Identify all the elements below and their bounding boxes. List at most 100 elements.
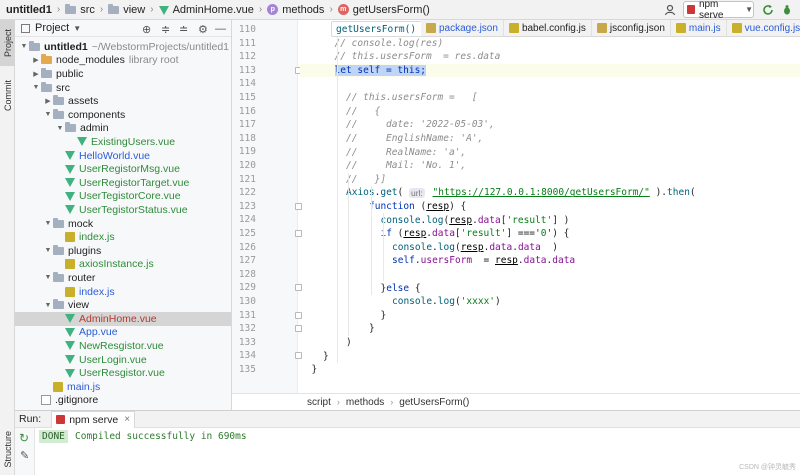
- code-line[interactable]: // date: '2022-05-03',: [300, 118, 495, 132]
- tree-item[interactable]: UserRegistorTarget.vue: [15, 176, 231, 190]
- tree-item[interactable]: ▼ plugins: [15, 244, 231, 258]
- code-token: // date: '2022-05-03',: [346, 119, 495, 131]
- tree-item[interactable]: UserRegistorMsg.vue: [15, 162, 231, 176]
- chevron-down-icon[interactable]: ▼: [55, 125, 65, 132]
- editor-tab[interactable]: babel.config.js: [504, 19, 592, 37]
- tree-item[interactable]: UserTegistorCore.vue: [15, 190, 231, 204]
- editor-tab[interactable]: main.js: [671, 19, 727, 37]
- chevron-down-icon[interactable]: ▼: [43, 274, 53, 281]
- crumb-method[interactable]: m getUsersForm(): [337, 4, 430, 16]
- code-line[interactable]: }: [300, 309, 387, 323]
- crumb-file[interactable]: AdminHome.vue: [158, 4, 254, 16]
- code-line[interactable]: // this.usersForm = [: [300, 91, 478, 105]
- editor-tab[interactable]: jsconfig.json: [592, 19, 671, 37]
- code-area[interactable]: // console.log(res) // this.usersForm = r…: [300, 20, 800, 393]
- editor-crumb-script[interactable]: script: [307, 397, 331, 408]
- crumb-project[interactable]: untitled1: [6, 4, 52, 16]
- project-panel-header: Project ▼ ⊕ ≑ ≐ ⚙ —: [15, 20, 231, 37]
- tree-item-label: node_modules: [56, 54, 125, 67]
- code-line[interactable]: }: [300, 363, 318, 377]
- code-line[interactable]: console. log(resp. data. data ): [300, 241, 558, 255]
- code-token: // {: [346, 105, 381, 117]
- tree-item[interactable]: UserTegistorStatus.vue: [15, 203, 231, 217]
- editor-crumb-methods[interactable]: methods: [346, 397, 384, 408]
- tree-item[interactable]: ▶ assets: [15, 94, 231, 108]
- rerun-icon[interactable]: ↻: [19, 431, 29, 445]
- chevron-down-icon[interactable]: ▼: [19, 43, 29, 50]
- user-icon[interactable]: [663, 3, 676, 16]
- gear-icon[interactable]: ⚙: [198, 23, 208, 36]
- locate-icon[interactable]: ⊕: [142, 23, 151, 36]
- tree-item[interactable]: App.vue: [15, 326, 231, 340]
- tree-item[interactable]: .gitignore: [15, 394, 231, 408]
- project-view-icon: [21, 23, 30, 33]
- crumb-methods[interactable]: p methods: [267, 4, 324, 16]
- expand-all-icon[interactable]: ≐: [179, 23, 188, 36]
- tree-item[interactable]: ▼ view: [15, 298, 231, 312]
- code-line[interactable]: // this.usersForm = res.data: [300, 50, 501, 64]
- editor-tab[interactable]: vue.config.js: [727, 20, 800, 37]
- tree-item[interactable]: main.js: [15, 380, 231, 394]
- tree-item[interactable]: HelloWorld.vue: [15, 149, 231, 163]
- wrench-icon[interactable]: ✎: [20, 449, 29, 462]
- crumb-view[interactable]: view: [108, 3, 145, 16]
- code-line[interactable]: ): [300, 336, 352, 350]
- hide-icon[interactable]: —: [215, 23, 226, 35]
- code-line[interactable]: console. log('xxxx'): [300, 295, 501, 309]
- tree-item[interactable]: axiosInstance.js: [15, 258, 231, 272]
- tree-item[interactable]: ▼ router: [15, 271, 231, 285]
- tree-item[interactable]: ▼ admin: [15, 122, 231, 136]
- code-line[interactable]: // {: [300, 105, 380, 119]
- chevron-down-icon[interactable]: ▼: [31, 84, 41, 91]
- tool-tab-commit[interactable]: Commit: [0, 72, 15, 118]
- chevron-down-icon[interactable]: ▼: [43, 302, 53, 309]
- debug-icon[interactable]: [780, 3, 793, 16]
- chevron-down-icon[interactable]: ▼: [43, 111, 53, 118]
- crumb-src[interactable]: src: [65, 3, 95, 16]
- code-line[interactable]: function (resp) {: [300, 200, 466, 214]
- line-number-gutter[interactable]: 110 111 112 113 114 115 116 117 118 119 120 121 122 1…: [232, 20, 302, 393]
- code-line[interactable]: Axios. get( url: "https://127.0.0.1:8000/…: [300, 186, 696, 200]
- code-line[interactable]: // EnglishName: 'A',: [300, 132, 483, 146]
- tree-item[interactable]: ExistingUsers.vue: [15, 135, 231, 149]
- editor-crumb-function[interactable]: getUsersForm(): [399, 397, 469, 408]
- code-line[interactable]: }: [300, 349, 329, 363]
- code-line[interactable]: } else {: [300, 281, 421, 295]
- tree-item[interactable]: UserResgistor.vue: [15, 366, 231, 380]
- chevron-down-icon[interactable]: ▼: [43, 220, 53, 227]
- tree-item[interactable]: AdminHome.vue: [15, 312, 231, 326]
- rerun-icon[interactable]: [761, 3, 774, 16]
- tree-item[interactable]: ▼ mock: [15, 217, 231, 231]
- code-line[interactable]: // Mail: 'No. 1',: [300, 159, 466, 173]
- tree-item[interactable]: ▶ public: [15, 67, 231, 81]
- tool-tab-structure[interactable]: Structure: [0, 423, 15, 475]
- chevron-down-icon[interactable]: ▼: [43, 247, 53, 254]
- tree-item[interactable]: UserLogin.vue: [15, 353, 231, 367]
- code-line[interactable]: // }]: [300, 173, 386, 187]
- code-line[interactable]: console. log(resp. data['result'] ): [300, 213, 570, 227]
- tree-item[interactable]: ▼ components: [15, 108, 231, 122]
- editor-tab[interactable]: package.json: [421, 19, 504, 37]
- code-line[interactable]: // console.log(res): [300, 37, 444, 51]
- tree-item[interactable]: index.js: [15, 285, 231, 299]
- run-configuration-select[interactable]: npm serve ▼: [683, 0, 754, 21]
- code-line[interactable]: // RealName: 'a',: [300, 145, 466, 159]
- run-tab-npm-serve[interactable]: npm serve ×: [51, 410, 136, 428]
- code-line[interactable]: self. usersForm = resp. data. data: [300, 254, 575, 268]
- code-token: data: [517, 241, 541, 253]
- tree-item[interactable]: NewResgistor.vue: [15, 339, 231, 353]
- tool-tab-project[interactable]: Project: [0, 20, 15, 66]
- chevron-right-icon[interactable]: ▶: [31, 56, 41, 64]
- tree-item[interactable]: ▶ node_modules library root: [15, 54, 231, 68]
- tree-item[interactable]: ▼ untitled1 ~/WebstormProjects/untitled1: [15, 40, 231, 54]
- code-line[interactable]: let self = this;: [300, 63, 800, 78]
- project-panel-title[interactable]: Project: [35, 22, 69, 34]
- collapse-all-icon[interactable]: ≑: [161, 23, 170, 36]
- chevron-right-icon[interactable]: ▶: [31, 70, 41, 78]
- code-line[interactable]: if (resp. data['result'] ===' 0 ') {: [300, 227, 570, 241]
- close-icon[interactable]: ×: [124, 414, 130, 425]
- chevron-down-icon[interactable]: ▼: [73, 24, 81, 33]
- chevron-right-icon[interactable]: ▶: [43, 97, 53, 105]
- tree-item[interactable]: ▼ src: [15, 81, 231, 95]
- tree-item[interactable]: index.js: [15, 230, 231, 244]
